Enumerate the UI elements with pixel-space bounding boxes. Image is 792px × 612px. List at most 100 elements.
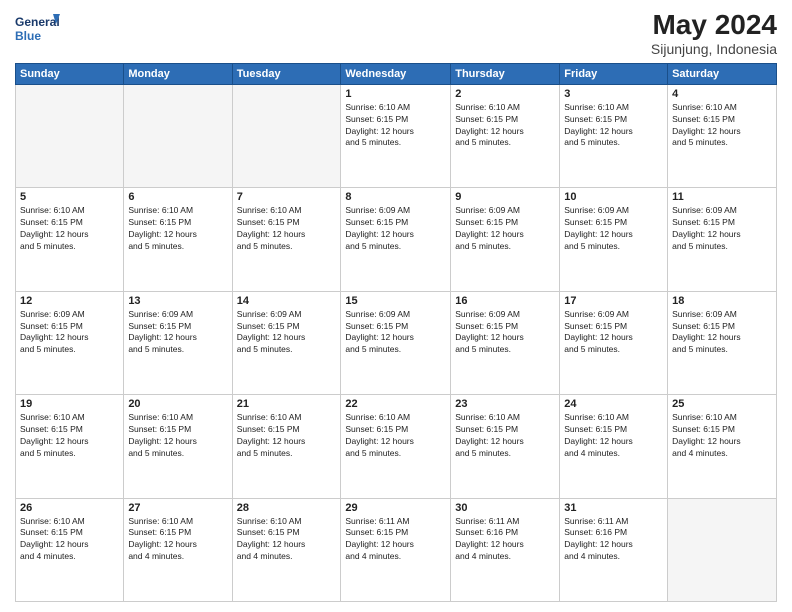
day-cell	[124, 84, 232, 187]
day-cell: 25 Sunrise: 6:10 AM Sunset: 6:15 PM Dayli…	[668, 395, 777, 498]
day-cell	[232, 84, 341, 187]
day-cell	[16, 84, 124, 187]
day-cell: 16Sunrise: 6:09 AM Sunset: 6:15 PM Dayli…	[451, 291, 560, 394]
day-cell: 10 Sunrise: 6:09 AM Sunset: 6:15 PM Dayli…	[560, 188, 668, 291]
day-number: 7	[237, 191, 337, 203]
title-block: May 2024 Sijunjung, Indonesia	[651, 10, 777, 57]
day-number: 16	[455, 295, 555, 307]
day-number: 17	[564, 295, 663, 307]
day-cell: 1Sunrise: 6:10 AM Sunset: 6:15 PM Daylig…	[341, 84, 451, 187]
logo: General Blue	[15, 10, 60, 48]
day-info: Sunrise: 6:10 AM Sunset: 6:15 PM Dayligh…	[128, 516, 227, 564]
location: Sijunjung, Indonesia	[651, 41, 777, 57]
day-cell: 5 Sunrise: 6:10 AM Sunset: 6:15 PM Daylig…	[16, 188, 124, 291]
week-row-4: 19 Sunrise: 6:10 AM Sunset: 6:15 PM Dayli…	[16, 395, 777, 498]
day-info: Sunrise: 6:09 AM Sunset: 6:15 PM Dayligh…	[128, 309, 227, 357]
day-cell: 29 Sunrise: 6:11 AM Sunset: 6:15 PM Dayli…	[341, 498, 451, 601]
day-number: 15	[345, 295, 446, 307]
day-info: Sunrise: 6:09 AM Sunset: 6:15 PM Dayligh…	[564, 309, 663, 357]
day-cell: 17 Sunrise: 6:09 AM Sunset: 6:15 PM Dayli…	[560, 291, 668, 394]
day-number: 11	[672, 191, 772, 203]
day-number: 31	[564, 502, 663, 514]
day-number: 9	[455, 191, 555, 203]
day-info: Sunrise: 6:10 AM Sunset: 6:15 PM Dayligh…	[237, 516, 337, 564]
day-number: 27	[128, 502, 227, 514]
week-row-2: 5 Sunrise: 6:10 AM Sunset: 6:15 PM Daylig…	[16, 188, 777, 291]
day-cell: 21 Sunrise: 6:10 AM Sunset: 6:15 PM Dayli…	[232, 395, 341, 498]
day-cell: 9 Sunrise: 6:09 AM Sunset: 6:15 PM Daylig…	[451, 188, 560, 291]
day-cell: 2 Sunrise: 6:10 AM Sunset: 6:15 PM Daylig…	[451, 84, 560, 187]
day-cell: 30Sunrise: 6:11 AM Sunset: 6:16 PM Dayli…	[451, 498, 560, 601]
day-cell: 12Sunrise: 6:09 AM Sunset: 6:15 PM Dayli…	[16, 291, 124, 394]
day-number: 26	[20, 502, 119, 514]
day-info: Sunrise: 6:10 AM Sunset: 6:15 PM Dayligh…	[455, 102, 555, 150]
day-number: 28	[237, 502, 337, 514]
day-info: Sunrise: 6:09 AM Sunset: 6:15 PM Dayligh…	[564, 205, 663, 253]
day-info: Sunrise: 6:09 AM Sunset: 6:15 PM Dayligh…	[455, 205, 555, 253]
day-number: 14	[237, 295, 337, 307]
day-cell: 27 Sunrise: 6:10 AM Sunset: 6:15 PM Dayli…	[124, 498, 232, 601]
day-cell: 22 Sunrise: 6:10 AM Sunset: 6:15 PM Dayli…	[341, 395, 451, 498]
day-number: 10	[564, 191, 663, 203]
day-number: 1	[345, 88, 446, 100]
header-sunday: Sunday	[16, 63, 124, 84]
day-cell: 14Sunrise: 6:09 AM Sunset: 6:15 PM Dayli…	[232, 291, 341, 394]
header-thursday: Thursday	[451, 63, 560, 84]
day-number: 3	[564, 88, 663, 100]
svg-text:General: General	[15, 15, 60, 29]
header-friday: Friday	[560, 63, 668, 84]
day-info: Sunrise: 6:10 AM Sunset: 6:15 PM Dayligh…	[455, 412, 555, 460]
day-info: Sunrise: 6:10 AM Sunset: 6:15 PM Dayligh…	[345, 412, 446, 460]
day-number: 19	[20, 398, 119, 410]
day-info: Sunrise: 6:10 AM Sunset: 6:15 PM Dayligh…	[20, 516, 119, 564]
day-info: Sunrise: 6:10 AM Sunset: 6:15 PM Dayligh…	[237, 412, 337, 460]
day-number: 6	[128, 191, 227, 203]
calendar-table: Sunday Monday Tuesday Wednesday Thursday…	[15, 63, 777, 602]
month-year: May 2024	[651, 10, 777, 41]
day-number: 21	[237, 398, 337, 410]
page: General Blue May 2024 Sijunjung, Indones…	[0, 0, 792, 612]
day-cell: 13 Sunrise: 6:09 AM Sunset: 6:15 PM Dayli…	[124, 291, 232, 394]
day-info: Sunrise: 6:10 AM Sunset: 6:15 PM Dayligh…	[672, 412, 772, 460]
day-number: 2	[455, 88, 555, 100]
day-cell: 31 Sunrise: 6:11 AM Sunset: 6:16 PM Dayli…	[560, 498, 668, 601]
day-number: 29	[345, 502, 446, 514]
day-info: Sunrise: 6:10 AM Sunset: 6:15 PM Dayligh…	[564, 412, 663, 460]
day-cell: 28 Sunrise: 6:10 AM Sunset: 6:15 PM Dayli…	[232, 498, 341, 601]
day-info: Sunrise: 6:11 AM Sunset: 6:15 PM Dayligh…	[345, 516, 446, 564]
day-cell: 6 Sunrise: 6:10 AM Sunset: 6:15 PM Daylig…	[124, 188, 232, 291]
day-cell: 23 Sunrise: 6:10 AM Sunset: 6:15 PM Dayli…	[451, 395, 560, 498]
day-number: 22	[345, 398, 446, 410]
day-number: 23	[455, 398, 555, 410]
day-cell: 26 Sunrise: 6:10 AM Sunset: 6:15 PM Dayli…	[16, 498, 124, 601]
day-number: 30	[455, 502, 555, 514]
header-monday: Monday	[124, 63, 232, 84]
day-info: Sunrise: 6:10 AM Sunset: 6:15 PM Dayligh…	[672, 102, 772, 150]
day-info: Sunrise: 6:10 AM Sunset: 6:15 PM Dayligh…	[237, 205, 337, 253]
day-cell	[668, 498, 777, 601]
day-info: Sunrise: 6:09 AM Sunset: 6:15 PM Dayligh…	[20, 309, 119, 357]
header-saturday: Saturday	[668, 63, 777, 84]
header-tuesday: Tuesday	[232, 63, 341, 84]
day-number: 25	[672, 398, 772, 410]
day-info: Sunrise: 6:10 AM Sunset: 6:15 PM Dayligh…	[20, 205, 119, 253]
day-number: 20	[128, 398, 227, 410]
day-info: Sunrise: 6:10 AM Sunset: 6:15 PM Dayligh…	[128, 205, 227, 253]
week-row-5: 26 Sunrise: 6:10 AM Sunset: 6:15 PM Dayli…	[16, 498, 777, 601]
day-cell: 19 Sunrise: 6:10 AM Sunset: 6:15 PM Dayli…	[16, 395, 124, 498]
day-info: Sunrise: 6:10 AM Sunset: 6:15 PM Dayligh…	[20, 412, 119, 460]
weekday-header-row: Sunday Monday Tuesday Wednesday Thursday…	[16, 63, 777, 84]
week-row-3: 12Sunrise: 6:09 AM Sunset: 6:15 PM Dayli…	[16, 291, 777, 394]
day-cell: 18Sunrise: 6:09 AM Sunset: 6:15 PM Dayli…	[668, 291, 777, 394]
day-number: 24	[564, 398, 663, 410]
day-cell: 15Sunrise: 6:09 AM Sunset: 6:15 PM Dayli…	[341, 291, 451, 394]
day-number: 13	[128, 295, 227, 307]
day-cell: 4Sunrise: 6:10 AM Sunset: 6:15 PM Daylig…	[668, 84, 777, 187]
day-info: Sunrise: 6:10 AM Sunset: 6:15 PM Dayligh…	[128, 412, 227, 460]
day-cell: 3Sunrise: 6:10 AM Sunset: 6:15 PM Daylig…	[560, 84, 668, 187]
day-number: 5	[20, 191, 119, 203]
day-cell: 8Sunrise: 6:09 AM Sunset: 6:15 PM Daylig…	[341, 188, 451, 291]
logo-svg: General Blue	[15, 10, 60, 48]
day-info: Sunrise: 6:11 AM Sunset: 6:16 PM Dayligh…	[564, 516, 663, 564]
header-wednesday: Wednesday	[341, 63, 451, 84]
